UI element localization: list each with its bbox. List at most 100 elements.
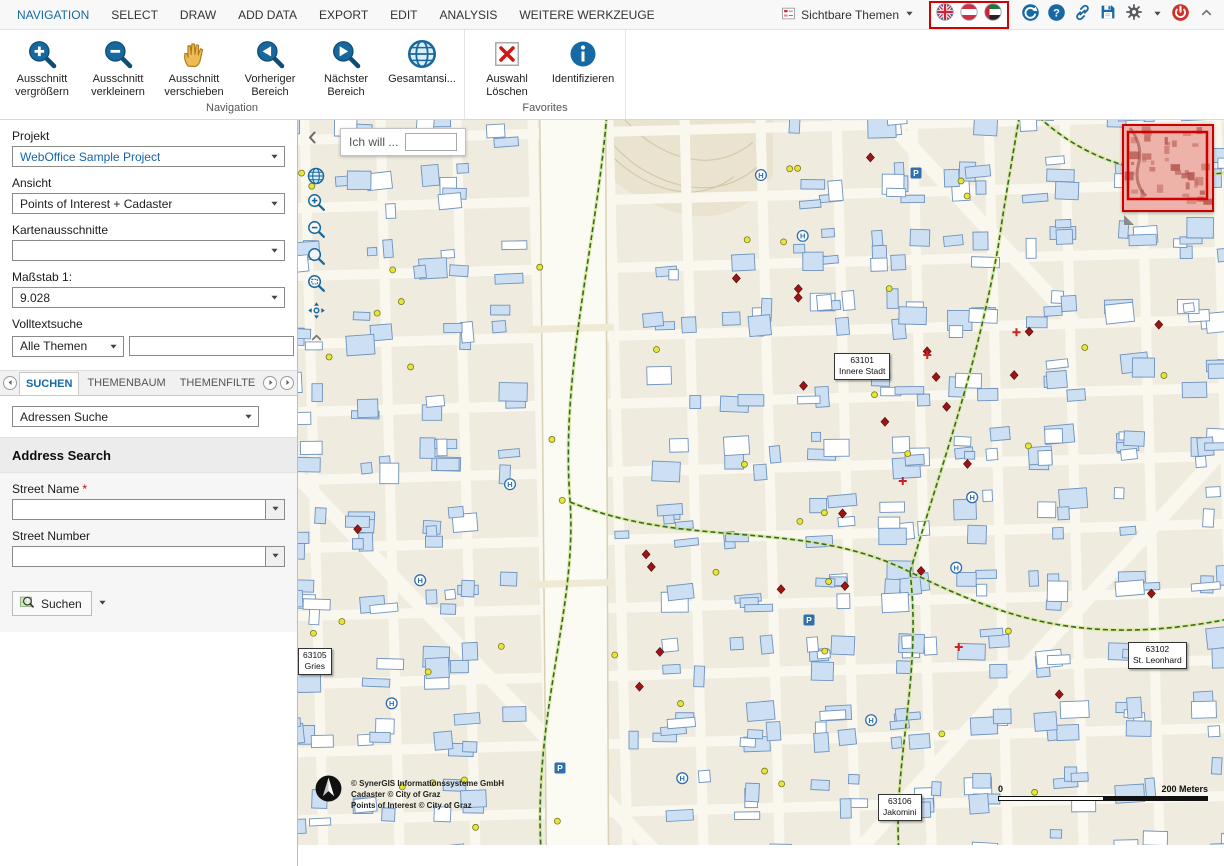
svg-text:P: P bbox=[913, 168, 919, 178]
map-zoom-window-button[interactable] bbox=[304, 274, 328, 298]
tab-themenfilter[interactable]: THEMENFILTER bbox=[174, 372, 256, 395]
map-canvas[interactable]: HHHHHHHHHPPP bbox=[298, 120, 1224, 845]
zoom-in-button[interactable]: Ausschnittvergrößern bbox=[4, 35, 80, 99]
power-icon bbox=[1171, 3, 1190, 27]
volltextsuche-label: Volltextsuche bbox=[12, 317, 285, 331]
map-toolbar bbox=[304, 166, 328, 352]
reload-button[interactable] bbox=[1020, 5, 1040, 25]
svg-text:H: H bbox=[417, 576, 422, 585]
north-arrow-icon bbox=[314, 774, 343, 808]
compass-icon bbox=[314, 790, 343, 807]
ansicht-select[interactable]: Points of Interest + Cadaster bbox=[12, 193, 285, 214]
zoom-out-button[interactable]: Ausschnittverkleinern bbox=[80, 35, 156, 99]
identify-button[interactable]: Identifizieren bbox=[545, 35, 621, 86]
help-button[interactable]: ? bbox=[1046, 5, 1066, 25]
map-copyright: © SynerGIS Informationssysteme GmbH Cada… bbox=[351, 778, 504, 812]
street-name-combo bbox=[12, 499, 285, 520]
ribbon-toolbar: Ausschnittvergrößern Ausschnittverkleine… bbox=[0, 30, 1224, 120]
menu-tab-add-data[interactable]: ADD DATA bbox=[227, 0, 308, 30]
ich-will-widget[interactable]: Ich will ... bbox=[340, 128, 466, 156]
tool-label: verkleinern bbox=[91, 86, 145, 99]
clear-selection-button[interactable]: AuswahlLöschen bbox=[469, 35, 545, 99]
volltextsuche-scope-select[interactable]: Alle Themen bbox=[12, 336, 124, 357]
map-toolbar-collapse-button[interactable] bbox=[304, 328, 328, 352]
chevron-down-icon bbox=[270, 503, 281, 517]
volltextsuche-input[interactable] bbox=[129, 336, 294, 356]
overview-map[interactable] bbox=[1122, 124, 1214, 212]
menu-tab-draw[interactable]: DRAW bbox=[169, 0, 227, 30]
massstab-select[interactable]: 9.028 bbox=[12, 287, 285, 308]
tool-label: Bereich bbox=[324, 86, 368, 99]
svg-text:H: H bbox=[680, 774, 685, 783]
zoom-in-icon bbox=[26, 36, 58, 72]
logout-button[interactable] bbox=[1170, 5, 1190, 25]
visible-themes-dropdown[interactable]: Sichtbare Themen bbox=[781, 6, 915, 24]
suchen-button[interactable]: Suchen bbox=[12, 591, 92, 616]
svg-text:H: H bbox=[868, 716, 873, 725]
menu-tab-export[interactable]: EXPORT bbox=[308, 0, 379, 30]
scalebar-end-label: 200 Meters bbox=[1161, 784, 1208, 794]
map-full-extent-button[interactable] bbox=[304, 166, 328, 190]
tool-label: Nächster bbox=[324, 73, 368, 86]
full-extent-button[interactable]: Gesamtansi... bbox=[384, 35, 460, 86]
map-zoom-prev-button[interactable] bbox=[304, 247, 328, 271]
magnifier-icon bbox=[306, 246, 327, 272]
menu-tab-edit[interactable]: EDIT bbox=[379, 0, 428, 30]
menu-tab-select[interactable]: SELECT bbox=[100, 0, 169, 30]
search-type-select[interactable]: Adressen Suche bbox=[12, 406, 259, 427]
zoom-out-icon bbox=[102, 36, 134, 72]
tool-label: Vorheriger bbox=[245, 73, 296, 86]
flag-uk-icon bbox=[936, 3, 954, 26]
copyright-line: Points of Interest © City of Graz bbox=[351, 800, 504, 811]
tab-themenbaum[interactable]: THEMENBAUM bbox=[81, 372, 171, 395]
kartenausschnitte-select[interactable] bbox=[12, 240, 285, 261]
district-code: 63105 bbox=[303, 650, 327, 661]
previous-extent-button[interactable]: VorherigerBereich bbox=[232, 35, 308, 99]
pan-button[interactable]: Ausschnittverschieben bbox=[156, 35, 232, 99]
projekt-select[interactable]: WebOffice Sample Project bbox=[12, 146, 285, 167]
language-austria-button[interactable] bbox=[959, 5, 979, 25]
street-name-dropdown-button[interactable] bbox=[266, 499, 285, 520]
chevron-down-icon bbox=[267, 151, 282, 162]
next-extent-button[interactable]: NächsterBereich bbox=[308, 35, 384, 99]
settings-button[interactable] bbox=[1124, 5, 1144, 25]
menu-tab-weitere-werkzeuge[interactable]: WEITERE WERKZEUGE bbox=[508, 0, 665, 30]
suchen-button-label: Suchen bbox=[41, 597, 82, 611]
tabs-scroll-right-button[interactable] bbox=[263, 376, 277, 390]
language-english-button[interactable] bbox=[935, 5, 955, 25]
copyright-line: Cadaster © City of Graz bbox=[351, 789, 504, 800]
svg-text:H: H bbox=[954, 564, 959, 573]
settings-caret-button[interactable] bbox=[1150, 5, 1164, 25]
ich-will-input[interactable] bbox=[405, 133, 457, 151]
street-name-input[interactable] bbox=[12, 499, 266, 520]
street-number-dropdown-button[interactable] bbox=[266, 546, 285, 567]
collapse-ribbon-button[interactable] bbox=[1196, 5, 1216, 25]
tabs-scroll-left-button[interactable] bbox=[3, 376, 17, 390]
overview-collapse-handle[interactable] bbox=[1124, 215, 1134, 225]
flag-austria-icon bbox=[960, 3, 978, 26]
ribbon-group-label: Favorites bbox=[469, 102, 621, 119]
district-label: 63102 St. Leonhard bbox=[1128, 642, 1187, 669]
menu-tab-navigation[interactable]: NAVIGATION bbox=[6, 0, 100, 30]
menu-tab-analysis[interactable]: ANALYSIS bbox=[429, 0, 509, 30]
map-zoom-out-button[interactable] bbox=[304, 220, 328, 244]
chevron-down-icon bbox=[97, 597, 108, 611]
ansicht-value: Points of Interest + Cadaster bbox=[20, 197, 172, 211]
street-number-input[interactable] bbox=[12, 546, 266, 567]
tabs-overflow-button[interactable] bbox=[280, 376, 294, 390]
share-link-button[interactable] bbox=[1072, 5, 1092, 25]
save-button[interactable] bbox=[1098, 5, 1118, 25]
ribbon-group-navigation: Ausschnittvergrößern Ausschnittverkleine… bbox=[0, 30, 465, 119]
language-arabic-button[interactable] bbox=[983, 5, 1003, 25]
district-code: 63101 bbox=[839, 355, 885, 366]
panel-collapse-button[interactable] bbox=[305, 130, 320, 150]
map-center-button[interactable] bbox=[304, 301, 328, 325]
chevron-left-icon bbox=[305, 132, 320, 149]
ribbon-group-label: Navigation bbox=[4, 102, 460, 119]
tab-suchen[interactable]: SUCHEN bbox=[19, 372, 79, 395]
tool-label: Ausschnitt bbox=[91, 73, 145, 86]
svg-text:H: H bbox=[969, 493, 974, 502]
map-zoom-in-button[interactable] bbox=[304, 193, 328, 217]
ribbon-group-favorites: AuswahlLöschen Identifizieren Favorites bbox=[465, 30, 626, 119]
suchen-options-button[interactable] bbox=[95, 594, 111, 614]
